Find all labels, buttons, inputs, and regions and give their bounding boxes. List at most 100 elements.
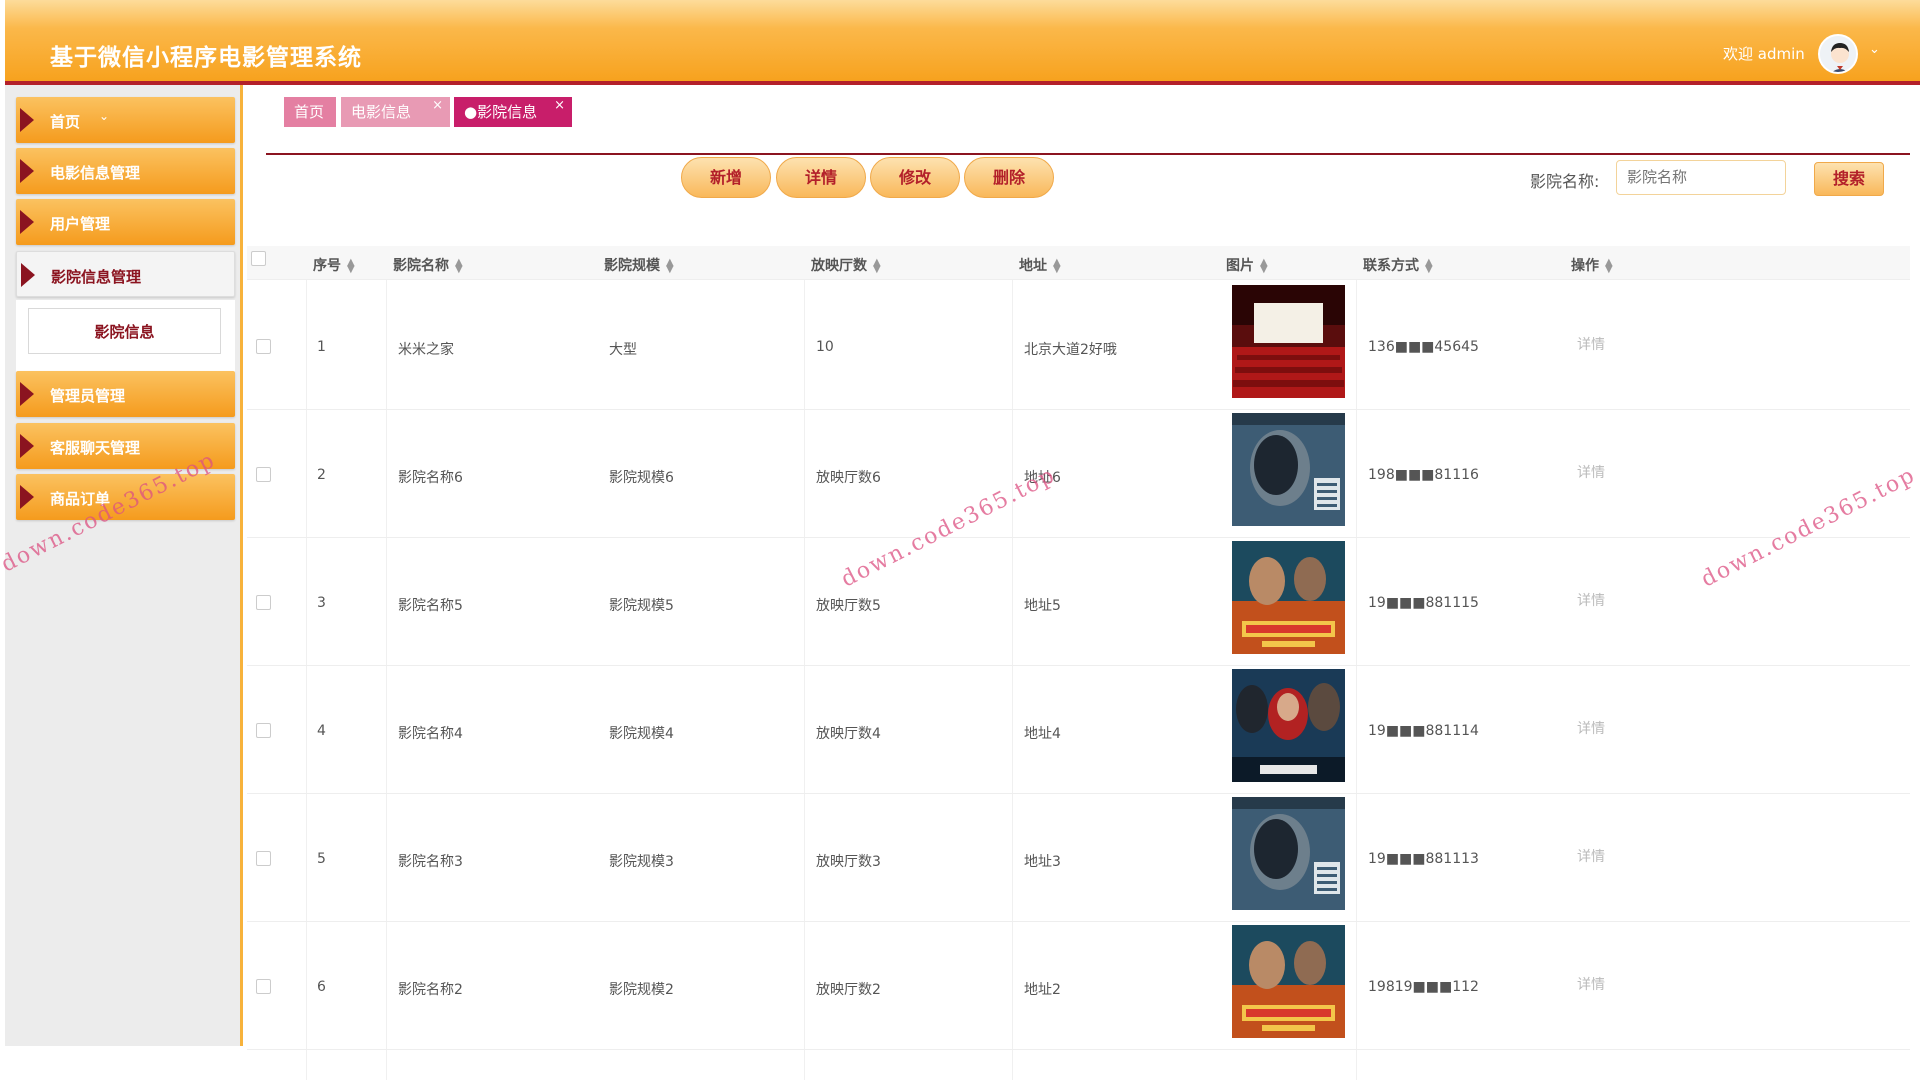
cell-hall-count: 放映厅数4: [816, 726, 881, 742]
table-row[interactable]: 3 影院名称5 影院规模5 放映厅数5 地址5 19■■■881115 详情: [247, 538, 1910, 666]
row-checkbox[interactable]: [256, 467, 271, 482]
sidebar-item-admins[interactable]: 管理员管理: [16, 371, 235, 417]
sidebar-item-users[interactable]: 用户管理: [16, 199, 235, 245]
add-button[interactable]: 新增: [681, 157, 771, 198]
cell-cinema-name: 影院名称6: [398, 470, 463, 486]
poster-image[interactable]: [1232, 285, 1345, 398]
cell-hall-count: 放映厅数6: [816, 470, 881, 486]
search-input[interactable]: [1616, 160, 1786, 195]
tab-label: ●影院信息: [464, 103, 538, 121]
cell-cinema-scale: 影院规模6: [609, 470, 674, 486]
cell-address: 地址3: [1024, 854, 1061, 870]
sidebar-item-service-chat[interactable]: 客服聊天管理: [16, 423, 235, 469]
row-checkbox[interactable]: [256, 595, 271, 610]
column-header[interactable]: 影院名称 ▲ ▼: [393, 255, 463, 275]
poster-image[interactable]: [1232, 925, 1345, 1038]
cell-phone: 19■■■881115: [1368, 595, 1479, 611]
cell-hall-count: 放映厅数3: [816, 854, 881, 870]
sidebar-item-label: 电影信息管理: [50, 164, 141, 182]
sidebar-item-cinema-info[interactable]: 影院信息管理: [16, 251, 235, 297]
cell-cinema-scale: 影院规模3: [609, 854, 674, 870]
row-checkbox[interactable]: [256, 979, 271, 994]
table-row[interactable]: 2 影院名称6 影院规模6 放映厅数6 地址6 198■■■81116 详情: [247, 410, 1910, 538]
sort-icon[interactable]: ▲ ▼: [1053, 258, 1061, 275]
app-title: 基于微信小程序电影管理系统: [50, 45, 362, 71]
row-detail-link[interactable]: 详情: [1577, 718, 1605, 738]
poster-image[interactable]: [1232, 541, 1345, 654]
column-header[interactable]: 序号 ▲ ▼: [313, 255, 355, 275]
column-header[interactable]: 联系方式 ▲ ▼: [1363, 255, 1433, 275]
tab-label: 电影信息: [351, 103, 412, 121]
caret-right-icon: [20, 210, 34, 234]
cell-no: 6: [317, 979, 326, 995]
table-row[interactable]: 5 影院名称3 影院规模3 放映厅数3 地址3 19■■■881113 详情: [247, 794, 1910, 922]
sort-icon[interactable]: ▲ ▼: [873, 258, 881, 275]
cell-cinema-name: 影院名称2: [398, 982, 463, 998]
close-icon[interactable]: ×: [432, 91, 443, 121]
row-detail-link[interactable]: 详情: [1577, 334, 1605, 354]
submenu-item-cinema-info[interactable]: 影院信息: [28, 308, 221, 354]
sidebar-item-movie-info[interactable]: 电影信息管理: [16, 148, 235, 194]
cell-address: 地址4: [1024, 726, 1061, 742]
sidebar-item-label: 管理员管理: [50, 387, 126, 405]
caret-right-icon: [20, 382, 34, 406]
sort-icon[interactable]: ▲ ▼: [1260, 258, 1268, 275]
poster-image[interactable]: [1232, 669, 1345, 782]
row-detail-link[interactable]: 详情: [1577, 590, 1605, 610]
column-header[interactable]: 影院规模 ▲ ▼: [604, 255, 674, 275]
caret-right-icon: [20, 159, 34, 183]
cell-cinema-name: 影院名称3: [398, 854, 463, 870]
chevron-down-icon: ⌄: [99, 109, 110, 123]
sort-icon[interactable]: ▲ ▼: [666, 258, 674, 275]
tab-label: 首页: [294, 103, 325, 121]
cell-cinema-scale: 影院规模5: [609, 598, 674, 614]
cell-phone: 136■■■45645: [1368, 339, 1479, 355]
tab-movie-info[interactable]: 电影信息 ×: [341, 97, 450, 127]
column-header[interactable]: 图片 ▲ ▼: [1226, 255, 1268, 275]
poster-image[interactable]: [1232, 413, 1345, 526]
search-button[interactable]: 搜索: [1814, 162, 1884, 196]
chevron-down-icon[interactable]: ⌄: [1869, 42, 1880, 57]
cell-address: 地址2: [1024, 982, 1061, 998]
cell-hall-count: 放映厅数2: [816, 982, 881, 998]
row-detail-link[interactable]: 详情: [1577, 974, 1605, 994]
cell-address: 北京大道2好哦: [1024, 342, 1117, 358]
column-header[interactable]: 放映厅数 ▲ ▼: [811, 255, 881, 275]
poster-image[interactable]: [1232, 797, 1345, 910]
row-checkbox[interactable]: [256, 339, 271, 354]
edit-button[interactable]: 修改: [870, 157, 960, 198]
sidebar-item-home[interactable]: 首页 ⌄: [16, 97, 235, 143]
tab-home[interactable]: 首页: [284, 97, 336, 127]
sort-icon[interactable]: ▲ ▼: [1605, 258, 1613, 275]
user-avatar[interactable]: [1818, 34, 1858, 74]
row-detail-link[interactable]: 详情: [1577, 462, 1605, 482]
avatar-icon: [1820, 36, 1856, 72]
cell-phone: 19■■■881114: [1368, 723, 1479, 739]
sort-icon[interactable]: ▲ ▼: [1425, 258, 1433, 275]
row-detail-link[interactable]: 详情: [1577, 846, 1605, 866]
close-icon[interactable]: ×: [554, 91, 565, 121]
row-checkbox[interactable]: [256, 723, 271, 738]
table-row[interactable]: 6 影院名称2 影院规模2 放映厅数2 地址2 19819■■■112 详情: [247, 922, 1910, 1050]
detail-button[interactable]: 详情: [776, 157, 866, 198]
cell-no: 5: [317, 851, 326, 867]
sidebar-item-label: 客服聊天管理: [50, 439, 141, 457]
cell-no: 3: [317, 595, 326, 611]
row-checkbox[interactable]: [256, 851, 271, 866]
sidebar-item-orders[interactable]: 商品订单: [16, 474, 235, 520]
sort-icon[interactable]: ▲ ▼: [455, 258, 463, 275]
cell-address: 地址6: [1024, 470, 1061, 486]
column-header[interactable]: 地址 ▲ ▼: [1019, 255, 1061, 275]
tab-cinema-info[interactable]: ●影院信息 ×: [454, 97, 572, 127]
table-row[interactable]: 4 影院名称4 影院规模4 放映厅数4 地址4 19■■■881114 详情: [247, 666, 1910, 794]
welcome-text: 欢迎 admin: [1723, 45, 1805, 63]
cell-phone: 19■■■881113: [1368, 851, 1479, 867]
delete-button[interactable]: 删除: [964, 157, 1054, 198]
table-row[interactable]: 1 米米之家 大型 10 北京大道2好哦 136■■■45645 详情: [247, 282, 1910, 410]
sidebar-item-label: 首页: [50, 113, 81, 131]
select-all-checkbox[interactable]: [251, 251, 266, 266]
sidebar-item-label: 商品订单: [50, 490, 111, 508]
column-header[interactable]: 操作 ▲ ▼: [1571, 255, 1613, 275]
sort-icon[interactable]: ▲ ▼: [347, 258, 355, 275]
sidebar: 首页 ⌄ 电影信息管理 用户管理 影院信息管理 影院信息 管理员管理 客服聊天管…: [5, 85, 243, 1046]
